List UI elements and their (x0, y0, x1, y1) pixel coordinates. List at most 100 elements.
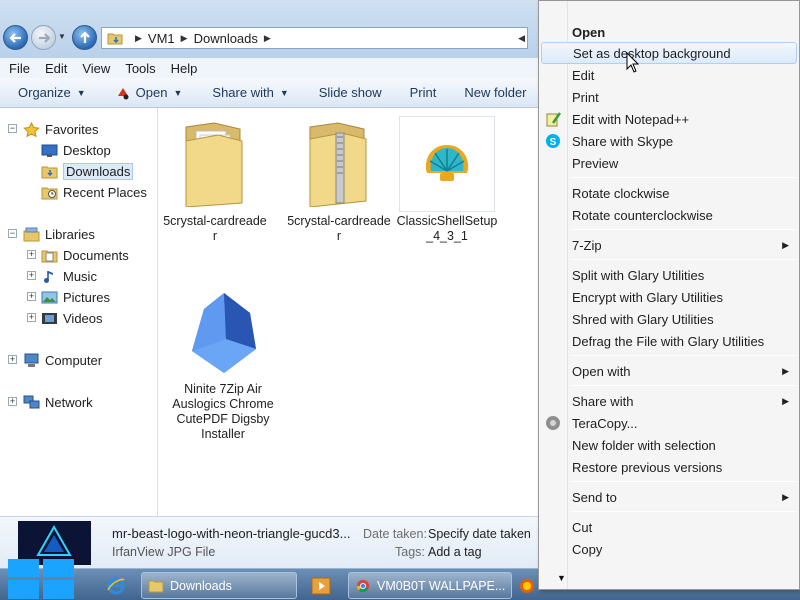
menu-item-share-with[interactable]: Share with ▶ (541, 390, 797, 412)
menu-item-label: New folder with selection (572, 437, 716, 453)
chrome-icon (356, 579, 370, 592)
classic-shell-icon (399, 116, 495, 212)
taskbar-media-button[interactable] (301, 572, 341, 599)
file-item[interactable]: 5crystal-cardreader (287, 116, 391, 244)
menu-item-restore-previous[interactable]: Restore previous versions (541, 456, 797, 478)
up-button[interactable] (72, 25, 97, 50)
collapse-libraries-icon[interactable]: − (8, 229, 17, 238)
menu-item-encrypt-glary[interactable]: Encrypt with Glary Utilities (541, 286, 797, 308)
expand-pictures-icon[interactable]: + (27, 292, 36, 301)
file-item[interactable]: ClassicShellSetup_4_3_1 (395, 116, 499, 244)
nav-downloads[interactable]: Downloads (41, 162, 134, 180)
nav-videos-label: Videos (63, 310, 103, 326)
menu-item-copy[interactable]: Copy (541, 538, 797, 560)
submenu-arrow-icon: ▶ (782, 395, 789, 406)
pictures-icon (41, 291, 58, 303)
breadcrumb-vm1[interactable]: VM1 (148, 31, 175, 46)
organize-button[interactable]: Organize ▼ (18, 85, 86, 100)
open-button[interactable]: Open ▼ (116, 85, 182, 100)
back-button[interactable] (3, 25, 28, 50)
nav-videos[interactable]: Videos (41, 309, 103, 327)
menu-item-edit[interactable]: Edit (541, 64, 797, 86)
taskbar-downloads-window[interactable]: Downloads (141, 572, 297, 599)
menu-edit[interactable]: Edit (39, 61, 73, 76)
menu-separator (570, 177, 797, 178)
details-pane: mr-beast-logo-with-neon-triangle-gucd3..… (0, 516, 540, 568)
taskbar-firefox-button[interactable] (514, 572, 540, 599)
menu-separator (570, 481, 797, 482)
menu-item-rotate-counterclockwise[interactable]: Rotate counterclockwise (541, 204, 797, 226)
file-item[interactable]: Ninite 7Zip Air Auslogics Chrome CutePDF… (171, 284, 275, 442)
taskbar-chrome-label: VM0B0T WALLPAPE... (377, 578, 506, 593)
menu-separator (570, 511, 797, 512)
share-with-label: Share with (212, 85, 274, 100)
chevron-right-icon[interactable]: ▶ (181, 33, 188, 44)
detail-date-value[interactable]: Specify date taken (428, 527, 531, 541)
menu-help[interactable]: Help (165, 61, 204, 76)
taskbar-chrome-window[interactable]: VM0B0T WALLPAPE... (348, 572, 512, 599)
nav-libraries[interactable]: Libraries (23, 225, 95, 243)
expand-computer-icon[interactable]: + (8, 355, 17, 364)
file-item[interactable]: 5crystal-cardreader (163, 116, 267, 244)
recent-pages-dropdown-icon[interactable]: ▼ (58, 32, 67, 41)
chevron-right-icon[interactable]: ▶ (264, 33, 271, 44)
menu-item-open-with[interactable]: Open with ▶ (541, 360, 797, 382)
menu-item-print[interactable]: Print (541, 86, 797, 108)
nav-pictures[interactable]: Pictures (41, 288, 110, 306)
menu-item-cut[interactable]: Cut (541, 516, 797, 538)
expand-network-icon[interactable]: + (8, 397, 17, 406)
chevron-right-icon[interactable]: ▶ (135, 33, 142, 44)
nav-computer[interactable]: Computer (23, 351, 102, 369)
menu-item-7zip[interactable]: 7-Zip ▶ (541, 234, 797, 256)
new-folder-button[interactable]: New folder (464, 85, 526, 100)
new-folder-label: New folder (464, 85, 527, 100)
svg-text:S: S (550, 137, 557, 148)
taskbar-ie-button[interactable] (96, 572, 136, 599)
menu-item-rotate-clockwise[interactable]: Rotate clockwise (541, 182, 797, 204)
submenu-arrow-icon: ▶ (782, 239, 789, 250)
address-dropdown-icon[interactable]: ◀ (518, 33, 525, 44)
organize-label: Organize (18, 85, 71, 100)
menu-file[interactable]: File (3, 61, 36, 76)
share-with-button[interactable]: Share with ▼ (212, 85, 288, 100)
scroll-down-icon[interactable]: ▼ (557, 573, 566, 583)
libraries-icon (23, 227, 40, 241)
menu-item-open[interactable]: Open (541, 21, 797, 43)
nav-network[interactable]: Network (23, 393, 93, 411)
nav-documents[interactable]: Documents (41, 246, 129, 264)
detail-tags-value[interactable]: Add a tag (428, 545, 482, 559)
mouse-cursor-icon (626, 52, 640, 73)
nav-pictures-label: Pictures (63, 289, 110, 305)
nav-desktop[interactable]: Desktop (41, 141, 111, 159)
nav-music[interactable]: Music (41, 267, 97, 285)
start-button[interactable] (6, 557, 78, 600)
menu-item-new-folder-selection[interactable]: New folder with selection (541, 434, 797, 456)
menu-item-edit-notepadpp[interactable]: Edit with Notepad++ (541, 108, 797, 130)
menu-tools[interactable]: Tools (119, 61, 161, 76)
expand-videos-icon[interactable]: + (27, 313, 36, 322)
nav-recent-places[interactable]: Recent Places (41, 183, 147, 201)
menu-item-label: Copy (572, 541, 603, 557)
menu-item-set-desktop-background[interactable]: Set as desktop background (541, 42, 797, 64)
print-button[interactable]: Print (410, 85, 437, 100)
menu-item-share-skype[interactable]: S Share with Skype (541, 130, 797, 152)
nav-recent-places-label: Recent Places (63, 184, 147, 200)
menu-item-preview[interactable]: Preview (541, 152, 797, 174)
menu-item-defrag-glary[interactable]: Defrag the File with Glary Utilities (541, 330, 797, 352)
menu-separator (570, 259, 797, 260)
detail-tags-label: Tags: (395, 545, 425, 559)
menu-item-shred-glary[interactable]: Shred with Glary Utilities (541, 308, 797, 330)
menu-item-split-glary[interactable]: Split with Glary Utilities (541, 264, 797, 286)
expand-music-icon[interactable]: + (27, 271, 36, 280)
internet-explorer-icon (107, 577, 125, 594)
slide-show-button[interactable]: Slide show (319, 85, 382, 100)
nav-favorites[interactable]: Favorites (23, 120, 98, 138)
menu-view[interactable]: View (76, 61, 116, 76)
forward-button[interactable] (31, 25, 56, 50)
menu-item-teracopy[interactable]: TeraCopy... (541, 412, 797, 434)
collapse-favorites-icon[interactable]: − (8, 124, 17, 133)
breadcrumb-downloads[interactable]: Downloads (194, 31, 258, 46)
menu-item-send-to[interactable]: Send to ▶ (541, 486, 797, 508)
expand-documents-icon[interactable]: + (27, 250, 36, 259)
address-bar[interactable]: ▶ VM1 ▶ Downloads ▶ ◀ (101, 27, 528, 49)
